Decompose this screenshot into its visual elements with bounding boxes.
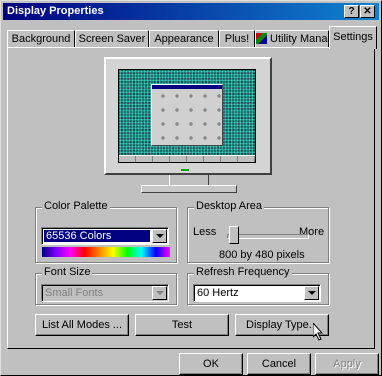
desktop-preview <box>118 69 256 163</box>
monitor-neck <box>169 175 209 185</box>
chevron-down-icon[interactable] <box>304 286 319 300</box>
power-led <box>181 169 189 171</box>
preview-taskbar <box>119 155 255 162</box>
font-size-label: Font Size <box>42 266 93 278</box>
desktop-area-track <box>227 234 309 239</box>
help-icon[interactable]: ? <box>344 5 359 18</box>
monitor-icon <box>104 57 272 175</box>
tab-background[interactable]: Background <box>7 30 75 48</box>
cancel-button[interactable]: Cancel <box>247 353 311 375</box>
desktop-area-slider[interactable] <box>229 226 239 244</box>
preview-window <box>151 84 223 146</box>
color-spectrum-bar <box>42 247 170 257</box>
chevron-down-icon[interactable] <box>152 286 167 300</box>
list-all-modes-button[interactable]: List All Modes ... <box>35 314 129 336</box>
desktop-area-label: Desktop Area <box>194 200 265 212</box>
title-bar: Display Properties ? ✕ <box>3 3 379 20</box>
resolution-text: 800 by 480 pixels <box>219 249 305 261</box>
refresh-frequency-label: Refresh Frequency <box>194 266 292 278</box>
apply-button[interactable]: Apply <box>315 353 379 375</box>
font-size-select[interactable]: Small Fonts <box>41 284 169 302</box>
monitor-base <box>141 185 237 193</box>
test-button[interactable]: Test <box>135 314 229 336</box>
chevron-down-icon[interactable] <box>152 229 167 243</box>
tab-utility-manager[interactable]: Utility Manager <box>255 30 343 48</box>
window-title: Display Properties <box>7 5 104 17</box>
utility-manager-icon <box>256 33 267 44</box>
tab-screen-saver[interactable]: Screen Saver <box>75 30 149 48</box>
tab-appearance[interactable]: Appearance <box>149 30 219 48</box>
tab-settings[interactable]: Settings <box>329 26 377 49</box>
ok-button[interactable]: OK <box>179 353 243 375</box>
less-label: Less <box>193 226 217 238</box>
tab-plus[interactable]: Plus! <box>219 30 255 48</box>
color-palette-label: Color Palette <box>42 200 110 212</box>
mouse-cursor-icon <box>313 323 324 341</box>
color-palette-select[interactable]: 65536 Colors <box>41 227 169 245</box>
display-properties-dialog: Display Properties ? ✕ Background Screen… <box>0 0 382 376</box>
refresh-frequency-select[interactable]: 60 Hertz <box>193 284 321 302</box>
close-icon[interactable]: ✕ <box>360 5 375 18</box>
